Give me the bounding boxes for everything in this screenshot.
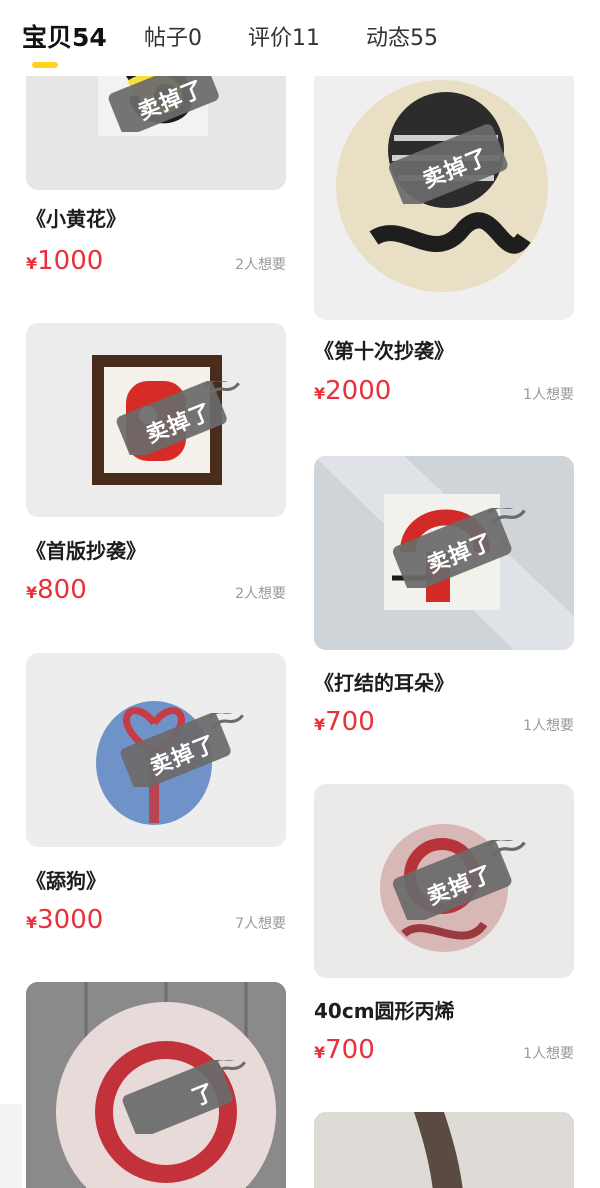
tab-activity-label: 动态	[366, 26, 411, 51]
product-title: 《首版抄袭》	[26, 539, 146, 563]
product-card[interactable]: 卖掉了 《打结的耳朵》 ¥700 1人想要	[314, 456, 574, 746]
product-card[interactable]: 了	[26, 982, 286, 1188]
product-image: 卖掉了	[26, 653, 286, 847]
product-card[interactable]: 卖掉了 40cm圆形丙烯 ¥700 1人想要	[314, 784, 574, 1074]
tab-activity-count: 55	[410, 26, 439, 51]
price-value: 1000	[37, 246, 104, 276]
price-value: 2000	[325, 376, 392, 406]
product-price: ¥2000	[314, 376, 391, 406]
product-image: 了	[26, 982, 286, 1188]
product-title: 《小黄花》	[26, 207, 126, 231]
product-image: 卖掉了	[314, 456, 574, 650]
product-title: 40cm圆形丙烯	[314, 999, 455, 1023]
product-card[interactable]: 卖掉了 《舔狗》 ¥3000 7人想要	[26, 653, 286, 943]
tab-items-count: 54	[72, 23, 107, 52]
tab-activity[interactable]: 动态55	[366, 20, 438, 52]
price-value: 3000	[37, 905, 104, 935]
want-count: 1人想要	[523, 1046, 574, 1062]
edge-fade	[0, 1104, 22, 1188]
active-tab-indicator	[32, 62, 58, 68]
product-price: ¥3000	[26, 905, 103, 935]
price-value: 700	[325, 1035, 375, 1065]
want-count: 7人想要	[235, 916, 286, 932]
product-title: 《舔狗》	[26, 869, 106, 893]
product-price: ¥700	[314, 707, 375, 737]
product-card[interactable]: 卖掉了 《首版抄袭》 ¥800 2人想要	[26, 323, 286, 613]
profile-items-screen: 宝贝54 帖子0 评价11 动态55 卖掉了 《小黄花》 ¥1000 2人想要 …	[0, 0, 600, 1188]
tab-items[interactable]: 宝贝54	[22, 18, 107, 54]
product-image: 卖掉了	[26, 66, 286, 190]
want-count: 2人想要	[235, 586, 286, 602]
product-price: ¥1000	[26, 246, 103, 276]
currency-symbol: ¥	[26, 583, 38, 602]
price-value: 700	[325, 707, 375, 737]
product-card[interactable]	[314, 1112, 574, 1188]
currency-symbol: ¥	[314, 1043, 326, 1062]
currency-symbol: ¥	[314, 384, 326, 403]
product-card[interactable]: 卖掉了 《小黄花》 ¥1000 2人想要	[26, 66, 286, 286]
product-image: 卖掉了	[314, 784, 574, 978]
profile-tab-bar: 宝贝54 帖子0 评价11 动态55	[0, 0, 600, 76]
product-image	[314, 1112, 574, 1188]
product-title: 《打结的耳朵》	[314, 671, 454, 695]
currency-symbol: ¥	[26, 254, 38, 273]
product-image: 卖掉了	[26, 323, 286, 517]
tab-posts-label: 帖子	[144, 26, 189, 51]
tab-posts[interactable]: 帖子0	[144, 20, 202, 52]
product-image: 卖掉了	[314, 68, 574, 320]
tab-posts-count: 0	[188, 26, 203, 51]
want-count: 2人想要	[235, 257, 286, 273]
product-price: ¥700	[314, 1035, 375, 1065]
tab-reviews-label: 评价	[248, 26, 293, 51]
price-value: 800	[37, 575, 87, 605]
product-card[interactable]: 卖掉了 《第十次抄袭》 ¥2000 1人想要	[314, 68, 574, 406]
currency-symbol: ¥	[314, 715, 326, 734]
tab-items-label: 宝贝	[22, 23, 73, 52]
want-count: 1人想要	[523, 718, 574, 734]
product-title: 《第十次抄袭》	[314, 339, 454, 363]
currency-symbol: ¥	[26, 913, 38, 932]
tab-reviews[interactable]: 评价11	[248, 20, 320, 52]
want-count: 1人想要	[523, 387, 574, 403]
tab-reviews-count: 11	[292, 26, 321, 51]
product-price: ¥800	[26, 575, 87, 605]
